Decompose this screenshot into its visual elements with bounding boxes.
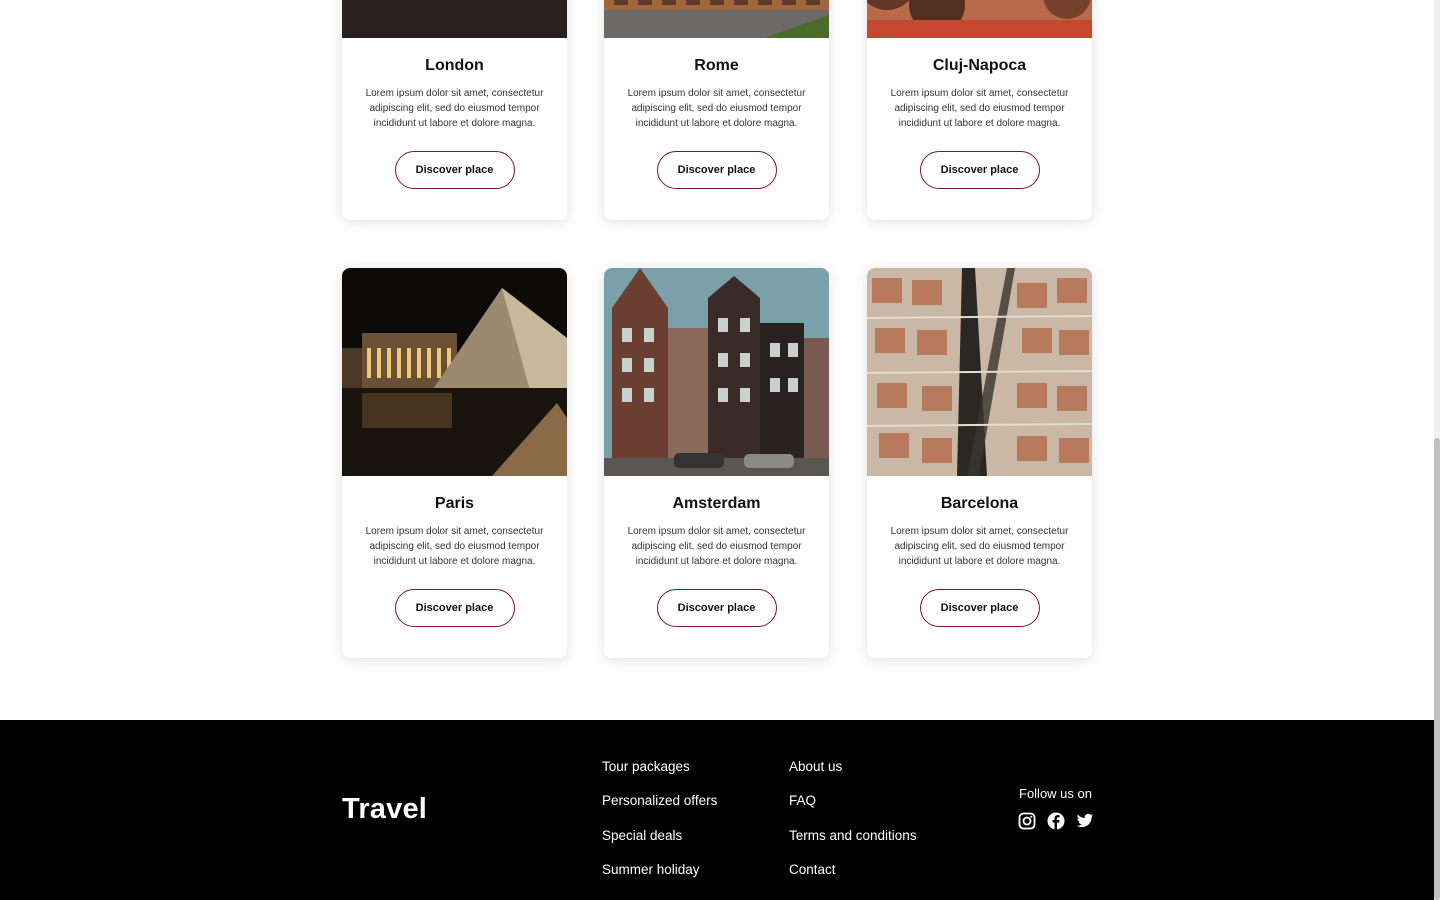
cluj-rooftops-photo xyxy=(867,0,1092,38)
footer-link-contact[interactable]: Contact xyxy=(789,853,917,887)
footer-link-summer-holiday[interactable]: Summer holiday xyxy=(602,853,717,887)
footer-links-column-2: About us FAQ Terms and conditions Contac… xyxy=(789,750,917,887)
social-links xyxy=(1018,812,1094,830)
card-title: London xyxy=(425,57,484,74)
footer-link-tour-packages[interactable]: Tour packages xyxy=(602,750,717,784)
destination-card-barcelona: Barcelona Lorem ipsum dolor sit amet, co… xyxy=(867,268,1092,658)
twitter-icon[interactable] xyxy=(1076,812,1094,830)
discover-place-button[interactable]: Discover place xyxy=(919,151,1040,189)
colosseum-photo xyxy=(604,0,829,38)
footer-link-faq[interactable]: FAQ xyxy=(789,784,917,818)
louvre-pyramid-photo xyxy=(342,268,567,476)
card-description: Lorem ipsum dolor sit amet, consectetur … xyxy=(890,526,1069,567)
footer-brand-logo[interactable]: Travel xyxy=(342,793,427,826)
card-title: Rome xyxy=(694,57,739,74)
instagram-icon[interactable] xyxy=(1018,812,1036,830)
scrollbar-thumb[interactable] xyxy=(1434,438,1440,900)
discover-place-button[interactable]: Discover place xyxy=(919,589,1040,627)
london-photo xyxy=(342,0,567,38)
page-scrollbar[interactable] xyxy=(1434,0,1440,900)
card-description: Lorem ipsum dolor sit amet, consectetur … xyxy=(627,88,806,129)
canal-houses-photo xyxy=(604,268,829,476)
aerial-city-photo xyxy=(867,268,1092,476)
card-title: Amsterdam xyxy=(672,495,761,512)
footer-link-personalized-offers[interactable]: Personalized offers xyxy=(602,784,717,818)
footer-link-special-deals[interactable]: Special deals xyxy=(602,819,717,853)
site-footer: Travel Tour packages Personalized offers… xyxy=(0,720,1434,900)
discover-place-button[interactable]: Discover place xyxy=(656,589,777,627)
destination-card-amsterdam: Amsterdam Lorem ipsum dolor sit amet, co… xyxy=(604,268,829,658)
facebook-icon[interactable] xyxy=(1047,812,1065,830)
discover-place-button[interactable]: Discover place xyxy=(656,151,777,189)
follow-us-label: Follow us on xyxy=(1019,786,1092,801)
discover-place-button[interactable]: Discover place xyxy=(394,589,515,627)
footer-links-column-1: Tour packages Personalized offers Specia… xyxy=(602,750,717,887)
card-description: Lorem ipsum dolor sit amet, consectetur … xyxy=(627,526,806,567)
footer-link-about-us[interactable]: About us xyxy=(789,750,917,784)
destination-card-london: London Lorem ipsum dolor sit amet, conse… xyxy=(342,0,567,220)
destination-card-cluj-napoca: Cluj-Napoca Lorem ipsum dolor sit amet, … xyxy=(867,0,1092,220)
card-description: Lorem ipsum dolor sit amet, consectetur … xyxy=(365,526,544,567)
card-description: Lorem ipsum dolor sit amet, consectetur … xyxy=(890,88,1069,129)
card-description: Lorem ipsum dolor sit amet, consectetur … xyxy=(365,88,544,129)
footer-link-terms[interactable]: Terms and conditions xyxy=(789,819,917,853)
card-title: Barcelona xyxy=(940,495,1019,512)
discover-place-button[interactable]: Discover place xyxy=(394,151,515,189)
destination-card-paris: Paris Lorem ipsum dolor sit amet, consec… xyxy=(342,268,567,658)
destination-card-rome: Rome Lorem ipsum dolor sit amet, consect… xyxy=(604,0,829,220)
card-title: Paris xyxy=(434,495,475,512)
page: London Lorem ipsum dolor sit amet, conse… xyxy=(0,0,1434,900)
card-title: Cluj-Napoca xyxy=(932,57,1027,74)
